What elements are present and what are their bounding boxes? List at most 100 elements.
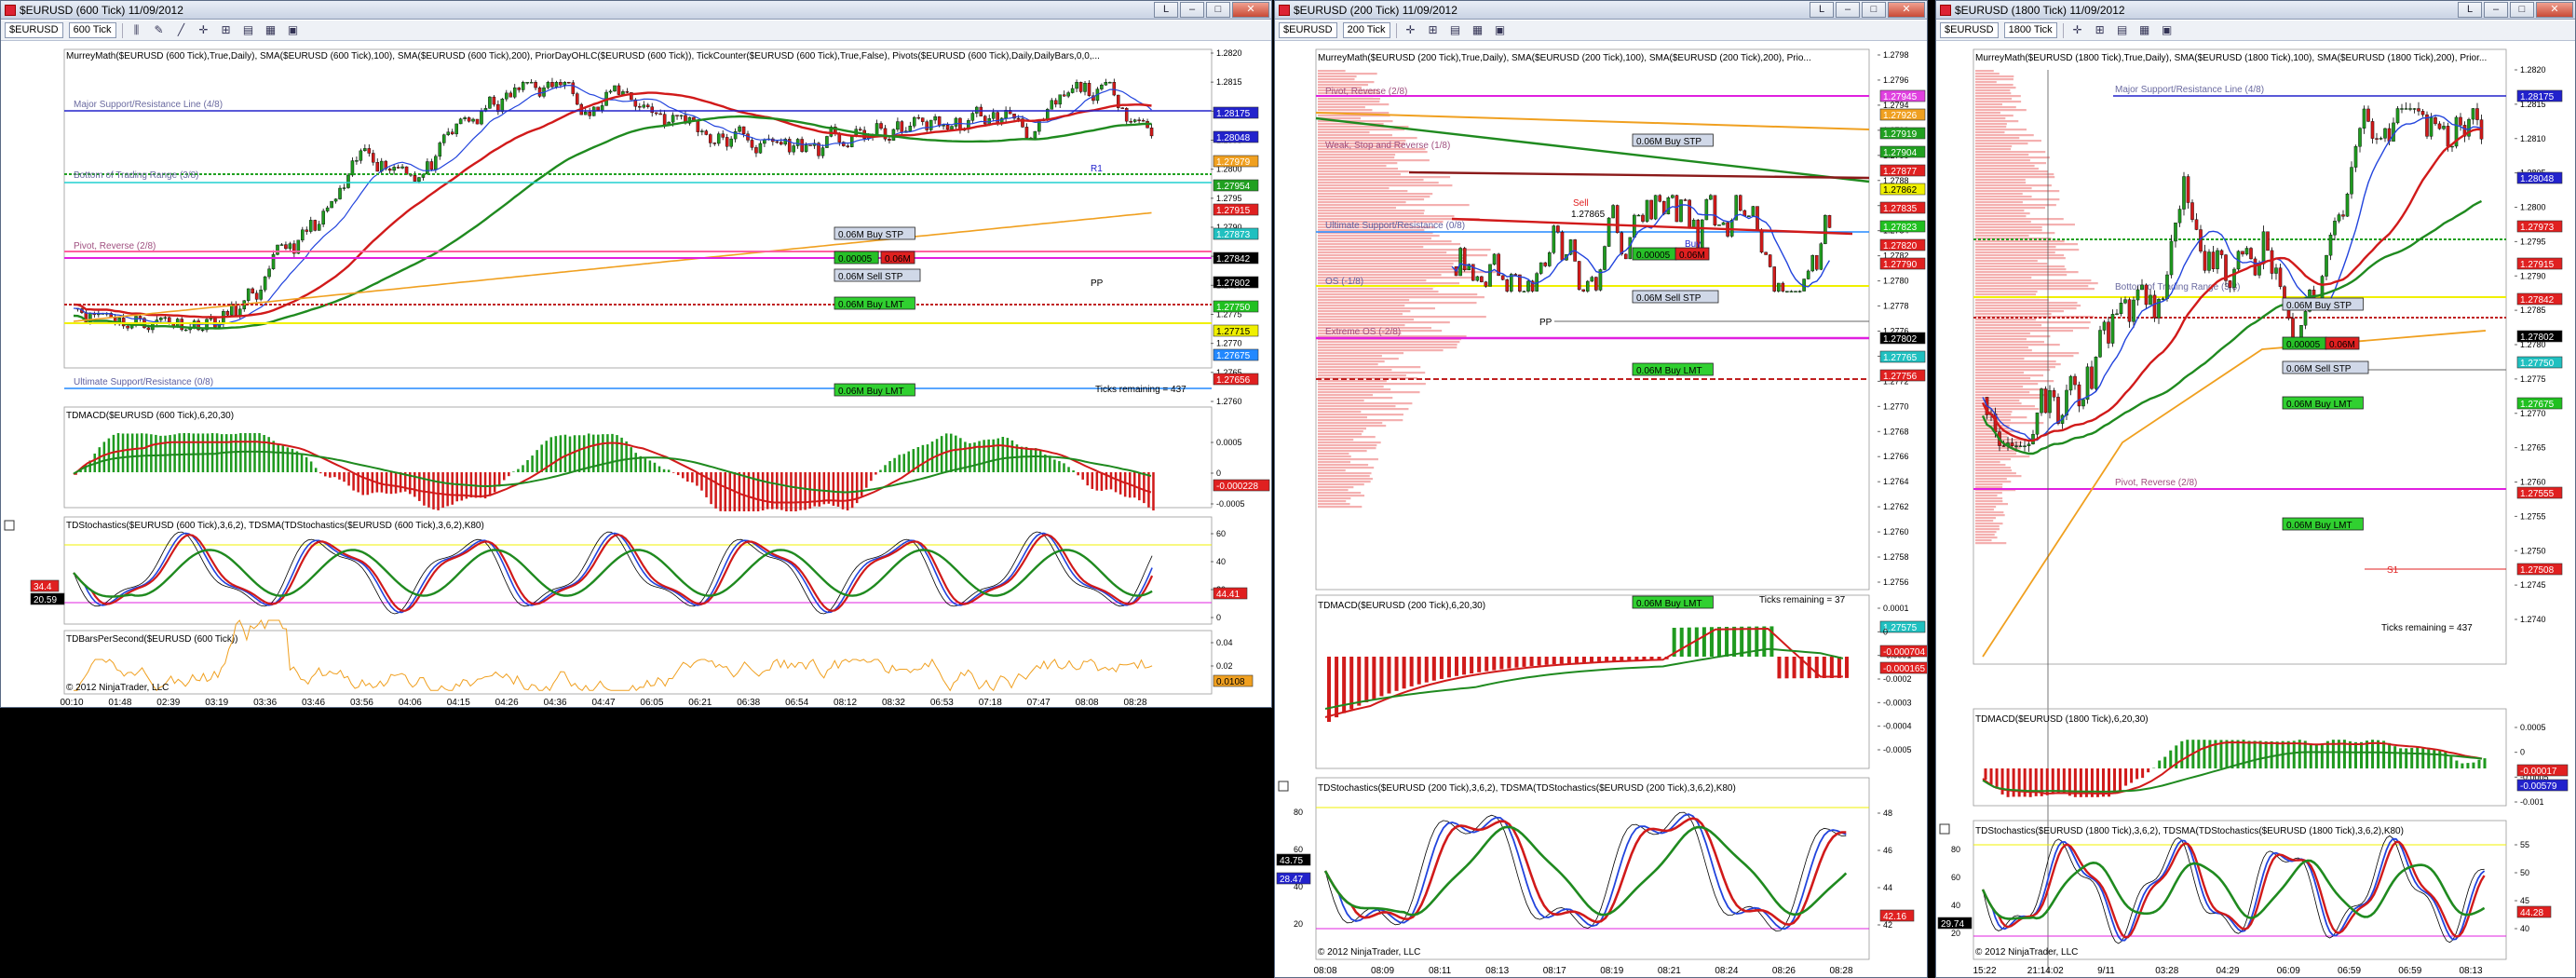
order-pnl: 0.00005	[838, 254, 873, 265]
interval-select[interactable]: 200 Tick	[1342, 22, 1390, 38]
order-position: 0.06M	[1679, 251, 1705, 261]
price-candle	[1033, 130, 1037, 139]
strategies-icon[interactable]: ▦	[263, 22, 279, 38]
price-candle	[1747, 215, 1751, 217]
order-position: 0.06M	[2329, 340, 2355, 350]
instrument-select[interactable]: $EURUSD	[5, 22, 63, 38]
link-button[interactable]: L	[2458, 2, 2482, 18]
volume-profile-bar	[1975, 319, 2037, 321]
price-tag: 1.27675	[2520, 400, 2555, 410]
price-candle	[126, 325, 129, 329]
price-candle	[359, 150, 363, 161]
volume-profile-bar	[1975, 173, 2054, 176]
strategies-icon[interactable]: ▦	[2136, 22, 2153, 38]
properties-icon[interactable]: ▣	[1492, 22, 1509, 38]
time-axis-label: 08:21	[1658, 966, 1681, 976]
volume-profile-bar	[1975, 377, 2031, 380]
close-button[interactable]: ✕	[1232, 2, 1269, 18]
title-bar[interactable]: $EURUSD (200 Tick) 11/09/2012 L – □ ✕	[1275, 1, 1927, 20]
stoch-k-blue	[1982, 837, 2486, 942]
volume-profile-bar	[1318, 187, 1390, 190]
minimize-button[interactable]: –	[1180, 2, 1204, 18]
line-tool-icon[interactable]: ╱	[173, 22, 190, 38]
volume-profile-bar	[1318, 131, 1370, 134]
price-candle	[1083, 82, 1087, 92]
price-candle	[1137, 119, 1141, 121]
price-candle	[146, 327, 151, 331]
price-axis-label: 1.2770	[2520, 409, 2546, 418]
price-candle	[1484, 281, 1488, 287]
price-candle	[338, 187, 342, 199]
price-tag: 1.27954	[1216, 182, 1251, 192]
price-axis-label: 1.2758	[1883, 552, 1909, 562]
crosshair-icon[interactable]: ✛	[2069, 22, 2086, 38]
crosshair-icon[interactable]: ✛	[196, 22, 212, 38]
instrument-select[interactable]: $EURUSD	[1279, 22, 1337, 38]
chart-canvas[interactable]: MurreyMath($EURUSD (1800 Tick),True,Dail…	[1936, 42, 2575, 978]
close-button[interactable]: ✕	[1888, 2, 1925, 18]
price-candle	[750, 140, 754, 148]
time-axis-label: 08:08	[1313, 966, 1336, 976]
crosshair-icon[interactable]: ✛	[1403, 22, 1419, 38]
volume-profile-bar	[1318, 246, 1424, 249]
price-axis-label: 1.2745	[2520, 580, 2546, 590]
price-axis-label: 1.2762	[1883, 502, 1909, 511]
volume-profile-bar	[1975, 369, 2051, 372]
ticks-remaining: Ticks remaining = 437	[2381, 623, 2473, 633]
title-bar[interactable]: $EURUSD (1800 Tick) 11/09/2012 L – □ ✕	[1936, 1, 2575, 20]
zoom-icon[interactable]: ⊞	[2092, 22, 2108, 38]
maximize-button[interactable]: □	[2510, 2, 2534, 18]
interval-select[interactable]: 600 Tick	[68, 22, 116, 38]
indicators-icon[interactable]: ▤	[2114, 22, 2131, 38]
maximize-button[interactable]: □	[1206, 2, 1230, 18]
bar-type-icon[interactable]: ⫼	[129, 22, 145, 38]
volume-profile-bar	[1975, 349, 2032, 352]
volume-profile-bar	[1975, 251, 2055, 254]
indicators-icon[interactable]: ▤	[1447, 22, 1464, 38]
time-axis-label: 08:11	[1429, 966, 1452, 976]
chart-canvas[interactable]: MurreyMath($EURUSD (600 Tick),True,Daily…	[1, 42, 1271, 708]
volume-profile-bar	[1975, 204, 2056, 207]
properties-icon[interactable]: ▣	[2159, 22, 2176, 38]
price-candle	[2052, 390, 2056, 398]
volume-profile-bar	[1975, 542, 2007, 545]
stoch-panel-header: TDStochastics($EURUSD (1800 Tick),3,6,2)…	[1975, 826, 2404, 836]
chart-window-600-tick[interactable]: $EURUSD (600 Tick) 11/09/2012 L – □ ✕ $E…	[0, 0, 1272, 708]
instrument-select[interactable]: $EURUSD	[1940, 22, 1999, 38]
price-axis-label: 1.2820	[2520, 65, 2546, 75]
strategies-icon[interactable]: ▦	[1470, 22, 1486, 38]
price-candle	[2303, 311, 2308, 326]
price-candle	[2140, 284, 2144, 291]
zoom-icon[interactable]: ⊞	[1425, 22, 1442, 38]
maximize-button[interactable]: □	[1862, 2, 1886, 18]
chart-canvas[interactable]: MurreyMath($EURUSD (200 Tick),True,Daily…	[1275, 42, 1927, 978]
volume-profile-bar	[1318, 302, 1477, 305]
draw-tool-icon[interactable]: ✎	[151, 22, 168, 38]
volume-profile-bar	[1318, 447, 1376, 450]
link-button[interactable]: L	[1810, 2, 1834, 18]
price-candle	[920, 117, 925, 122]
volume-profile-bar	[1975, 464, 2006, 467]
price-axis-label: 1.2785	[2520, 306, 2546, 315]
close-button[interactable]: ✕	[2536, 2, 2573, 18]
title-bar[interactable]: $EURUSD (600 Tick) 11/09/2012 L – □ ✕	[1, 1, 1271, 20]
chart-svg[interactable]: MurreyMath($EURUSD (200 Tick),True,Daily…	[1275, 42, 1927, 978]
price-candle	[1679, 199, 1683, 223]
chart-window-200-tick[interactable]: $EURUSD (200 Tick) 11/09/2012 L – □ ✕ $E…	[1274, 0, 1928, 978]
chart-window-1800-tick[interactable]: $EURUSD (1800 Tick) 11/09/2012 L – □ ✕ $…	[1935, 0, 2576, 978]
price-candle	[2350, 167, 2353, 195]
price-candle	[1824, 215, 1827, 244]
minimize-button[interactable]: –	[1836, 2, 1860, 18]
minimize-button[interactable]: –	[2484, 2, 2508, 18]
price-candle	[400, 166, 404, 169]
zoom-icon[interactable]: ⊞	[218, 22, 235, 38]
time-axis-label: 06:05	[640, 698, 663, 708]
properties-icon[interactable]: ▣	[285, 22, 302, 38]
chart-svg[interactable]: MurreyMath($EURUSD (1800 Tick),True,Dail…	[1936, 42, 2575, 978]
indicators-icon[interactable]: ▤	[240, 22, 257, 38]
macd-axis-label: 0	[1883, 627, 1888, 636]
chart-svg[interactable]: MurreyMath($EURUSD (600 Tick),True,Daily…	[1, 42, 1271, 708]
link-button[interactable]: L	[1154, 2, 1178, 18]
interval-select[interactable]: 1800 Tick	[2003, 22, 2057, 38]
price-candle	[2366, 108, 2370, 122]
